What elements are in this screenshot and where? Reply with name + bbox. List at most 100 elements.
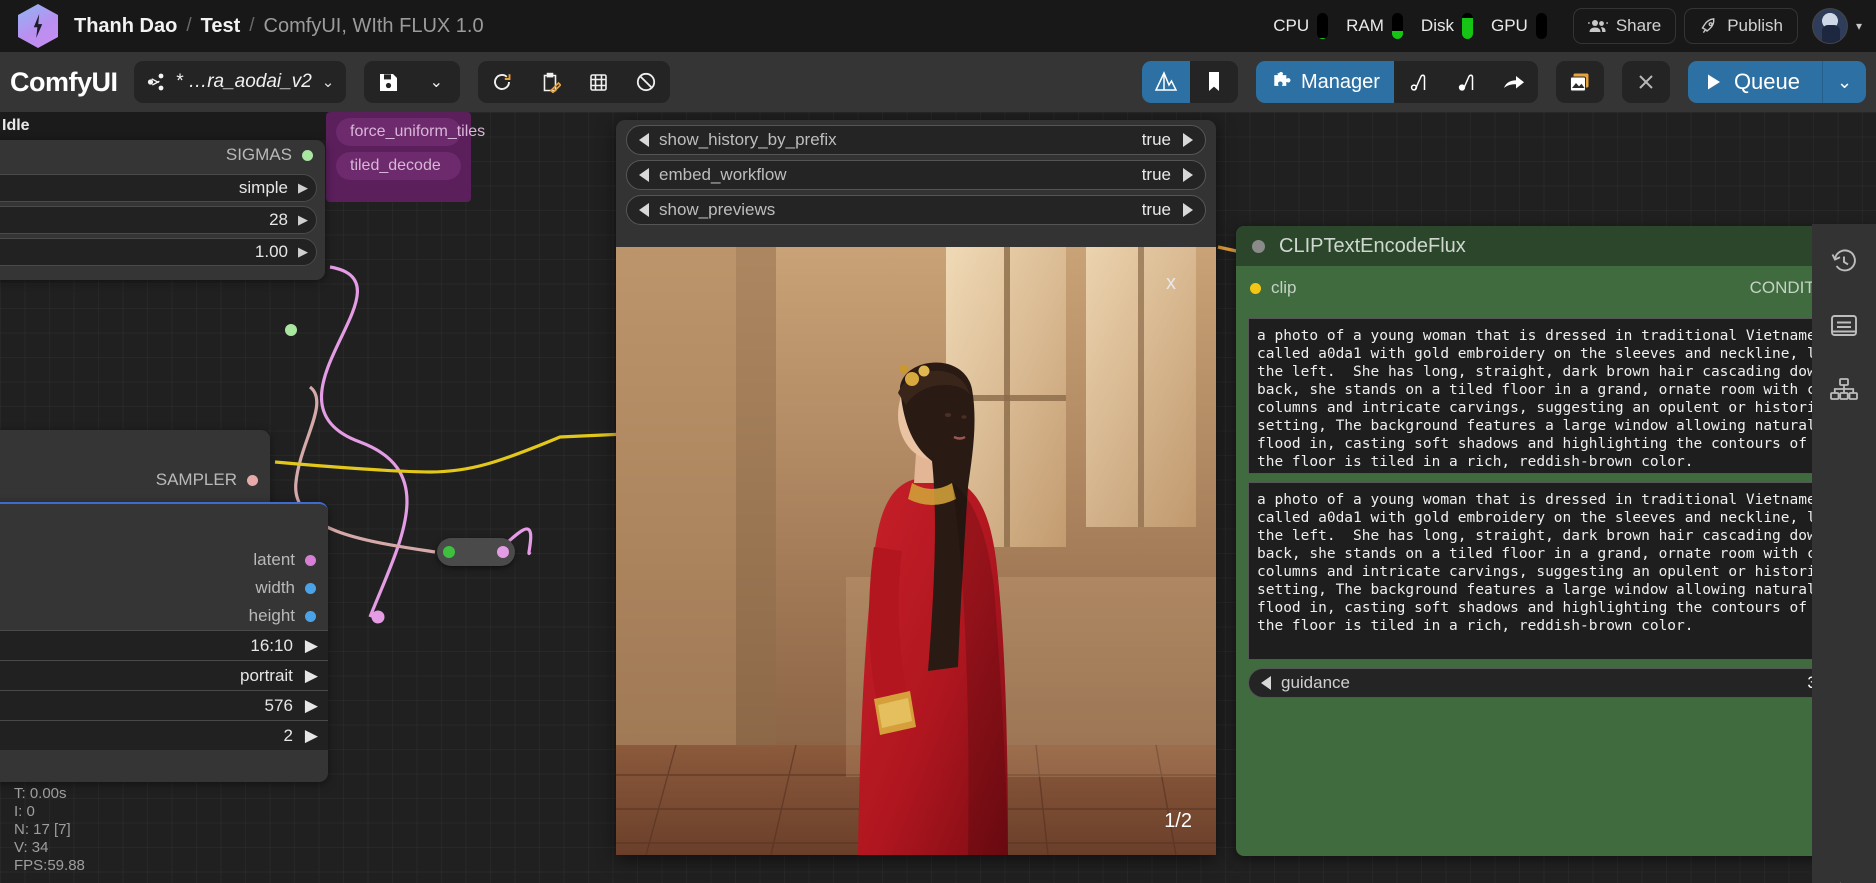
- widget-steps[interactable]: 28 ▶: [0, 206, 317, 234]
- page-indicator: 1/2: [1164, 810, 1192, 832]
- widget-aspect-ratio-value: 16:10: [250, 635, 293, 655]
- breadcrumb-user[interactable]: Thanh Dao: [74, 15, 177, 38]
- theme-toggle-moon-icon[interactable]: [1824, 873, 1864, 883]
- share-button-label: Share: [1615, 16, 1662, 35]
- preview-image-area[interactable]: x 1/2: [616, 247, 1216, 855]
- meter-cpu-label: CPU: [1273, 16, 1310, 35]
- node-clip-text-encode-flux[interactable]: CLIPTextEncodeFlux clip CONDITIONIN a ph…: [1236, 226, 1876, 856]
- node-clip-title: CLIPTextEncodeFlux: [1279, 234, 1466, 257]
- widget-tiled-decode[interactable]: tiled_decode: [336, 152, 461, 180]
- comfyui-wordmark: ComfyUI: [10, 66, 118, 97]
- output-sigmas[interactable]: SIGMAS: [0, 140, 325, 170]
- frame-icon: [588, 72, 609, 93]
- widget-show-previews[interactable]: show_previews true: [626, 195, 1206, 225]
- top-bar: Thanh Dao / Test / ComfyUI, WIth FLUX 1.…: [0, 0, 1876, 52]
- output-height[interactable]: height: [0, 602, 328, 630]
- queue-dropdown-button[interactable]: ⌄: [1822, 61, 1866, 103]
- widget-shorter-side[interactable]: 576 ▶: [0, 690, 328, 720]
- output-width[interactable]: width: [0, 574, 328, 602]
- queue-history-icon[interactable]: [1824, 242, 1864, 282]
- workflow-chevron-down-icon[interactable]: ⌄: [322, 73, 335, 91]
- close-preview-button[interactable]: x: [1166, 272, 1176, 295]
- no-entry-icon: [635, 71, 657, 93]
- widget-show-history-by-prefix-value: true: [1141, 130, 1171, 149]
- workflow-selector[interactable]: * …ra_aodai_v2 ⌄: [133, 61, 347, 103]
- node-library-icon[interactable]: [1824, 306, 1864, 346]
- queue-button[interactable]: Queue: [1687, 61, 1822, 103]
- increment-arrow-icon[interactable]: [1183, 168, 1193, 182]
- meter-ram: RAM: [1346, 13, 1403, 39]
- output-sampler-label: SAMPLER: [155, 470, 237, 489]
- refresh-icon: [491, 71, 513, 93]
- close-button[interactable]: [1622, 61, 1670, 103]
- widget-guidance[interactable]: guidance 3.5: [1248, 668, 1864, 698]
- widget-batch-size[interactable]: 2 ▶: [0, 720, 328, 750]
- textarea-t5xxl[interactable]: a photo of a young woman that is dressed…: [1248, 482, 1864, 660]
- breadcrumb-separator-2: /: [249, 15, 255, 36]
- decrement-arrow-icon[interactable]: [639, 203, 649, 217]
- output-sampler[interactable]: SAMPLER: [0, 462, 270, 498]
- output-latent[interactable]: latent: [0, 546, 328, 574]
- collapse-dot-icon[interactable]: [1252, 239, 1265, 253]
- breadcrumb-workflow[interactable]: ComfyUI, WIth FLUX 1.0: [264, 15, 484, 38]
- widget-orientation[interactable]: portrait ▶: [0, 660, 328, 690]
- reroute-node[interactable]: [437, 538, 515, 566]
- meter-disk: Disk: [1421, 13, 1473, 39]
- node-basic-scheduler[interactable]: SIGMAS simple ▶ 28 ▶ 1.00 ▶: [0, 140, 325, 280]
- widget-steps-value: 28: [269, 210, 288, 229]
- node-tiled-decode[interactable]: force_uniform_tiles tiled_decode: [326, 112, 485, 202]
- install-nodes-button[interactable]: [1394, 61, 1442, 103]
- node-empty-latent-by-ratio[interactable]: by Ratio (WLSH) latent width height 16:1…: [0, 502, 328, 782]
- queue-button-label: Queue: [1733, 69, 1800, 94]
- mountain-icon: [1153, 69, 1179, 95]
- node-clip-title-bar[interactable]: CLIPTextEncodeFlux: [1236, 226, 1876, 266]
- gallery-button[interactable]: [1556, 61, 1604, 103]
- clear-button[interactable]: [622, 61, 670, 103]
- stat-iterations: I: 0: [14, 803, 35, 820]
- meter-disk-label: Disk: [1420, 16, 1454, 35]
- widget-denoise[interactable]: 1.00 ▶: [0, 238, 317, 266]
- widget-force-uniform-tiles[interactable]: force_uniform_tiles: [336, 118, 485, 146]
- widget-show-history-by-prefix[interactable]: show_history_by_prefix true: [626, 125, 1206, 155]
- stat-version: V: 34: [14, 839, 49, 856]
- widget-embed-workflow-label: embed_workflow: [659, 165, 787, 184]
- paste-edit-button[interactable]: [526, 61, 574, 103]
- preview-image-node[interactable]: show_history_by_prefix true embed_workfl…: [616, 120, 1216, 855]
- manager-button[interactable]: Manager: [1256, 61, 1394, 103]
- decrement-arrow-icon[interactable]: [1261, 676, 1271, 690]
- save-dropdown-button[interactable]: ⌄: [412, 61, 460, 103]
- input-clip-dot[interactable]: [1250, 282, 1261, 294]
- output-sigmas-label: SIGMAS: [225, 145, 292, 164]
- account-chevron-down-icon[interactable]: ▾: [1856, 19, 1862, 33]
- install-models-button[interactable]: [1442, 61, 1490, 103]
- workflows-tree-icon[interactable]: [1824, 370, 1864, 410]
- refresh-button[interactable]: [478, 61, 526, 103]
- share-button[interactable]: Share: [1572, 8, 1677, 44]
- increment-arrow-icon[interactable]: [1183, 133, 1193, 147]
- share-output-button[interactable]: [1490, 61, 1538, 103]
- publish-button[interactable]: Publish: [1684, 8, 1798, 44]
- gallery-group: [1555, 61, 1604, 103]
- graph-canvas[interactable]: Idle force_uniform_tiles tiled_decode SI…: [0, 112, 1876, 883]
- comfy-toolbar: ComfyUI * …ra_aodai_v2 ⌄ ⌄ Manager Queue…: [0, 52, 1876, 112]
- textarea-clip-l[interactable]: a photo of a young woman that is dressed…: [1248, 318, 1864, 474]
- widget-scheduler[interactable]: simple ▶: [0, 174, 317, 202]
- widget-orientation-value: portrait: [240, 665, 293, 685]
- breadcrumb-project[interactable]: Test: [201, 15, 241, 38]
- save-button[interactable]: [364, 61, 412, 103]
- library-group: [1142, 61, 1238, 103]
- increment-arrow-icon[interactable]: [1183, 203, 1193, 217]
- queue-group: Queue ⌄: [1687, 61, 1866, 103]
- decrement-arrow-icon[interactable]: [639, 133, 649, 147]
- fit-view-button[interactable]: [574, 61, 622, 103]
- meter-gpu: GPU: [1491, 13, 1547, 39]
- widget-show-history-by-prefix-label: show_history_by_prefix: [659, 130, 837, 149]
- widget-aspect-ratio[interactable]: 16:10 ▶: [0, 630, 328, 660]
- generated-image[interactable]: [616, 247, 1216, 855]
- rocket-icon: [1699, 16, 1719, 36]
- avatar[interactable]: [1811, 8, 1848, 44]
- widget-embed-workflow[interactable]: embed_workflow true: [626, 160, 1206, 190]
- bookmark-button[interactable]: [1190, 61, 1238, 103]
- decrement-arrow-icon[interactable]: [639, 168, 649, 182]
- model-library-button[interactable]: [1142, 61, 1190, 103]
